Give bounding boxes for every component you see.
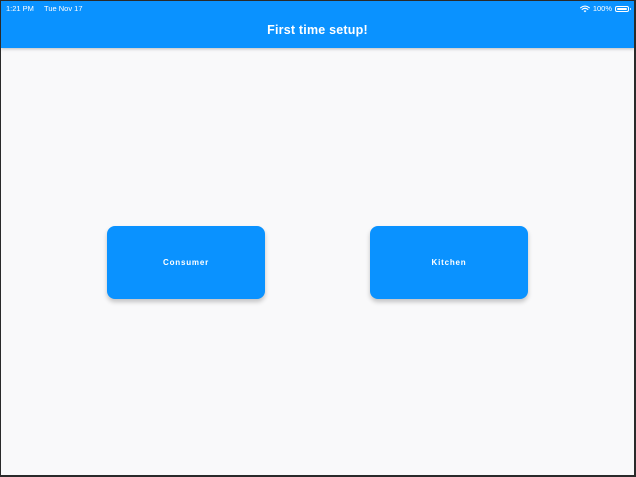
status-bar: 1:21 PM Tue Nov 17 100% xyxy=(1,1,634,16)
battery-percent: 100% xyxy=(592,4,612,13)
consumer-button-label: Consumer xyxy=(163,258,209,267)
kitchen-button-label: Kitchen xyxy=(431,258,467,267)
app-screen: 1:21 PM Tue Nov 17 100% First time setup… xyxy=(1,1,634,475)
status-right: 100% xyxy=(579,1,631,16)
app-bar: 1:21 PM Tue Nov 17 100% First time setup… xyxy=(1,1,634,48)
status-left: 1:21 PM Tue Nov 17 xyxy=(6,1,83,16)
status-date: Tue Nov 17 xyxy=(44,4,83,13)
battery-icon xyxy=(615,5,631,12)
kitchen-button[interactable]: Kitchen xyxy=(370,226,528,299)
status-time: 1:21 PM xyxy=(6,4,34,13)
page-title: First time setup! xyxy=(267,23,368,37)
consumer-button[interactable]: Consumer xyxy=(107,226,265,299)
wifi-icon xyxy=(579,5,590,12)
